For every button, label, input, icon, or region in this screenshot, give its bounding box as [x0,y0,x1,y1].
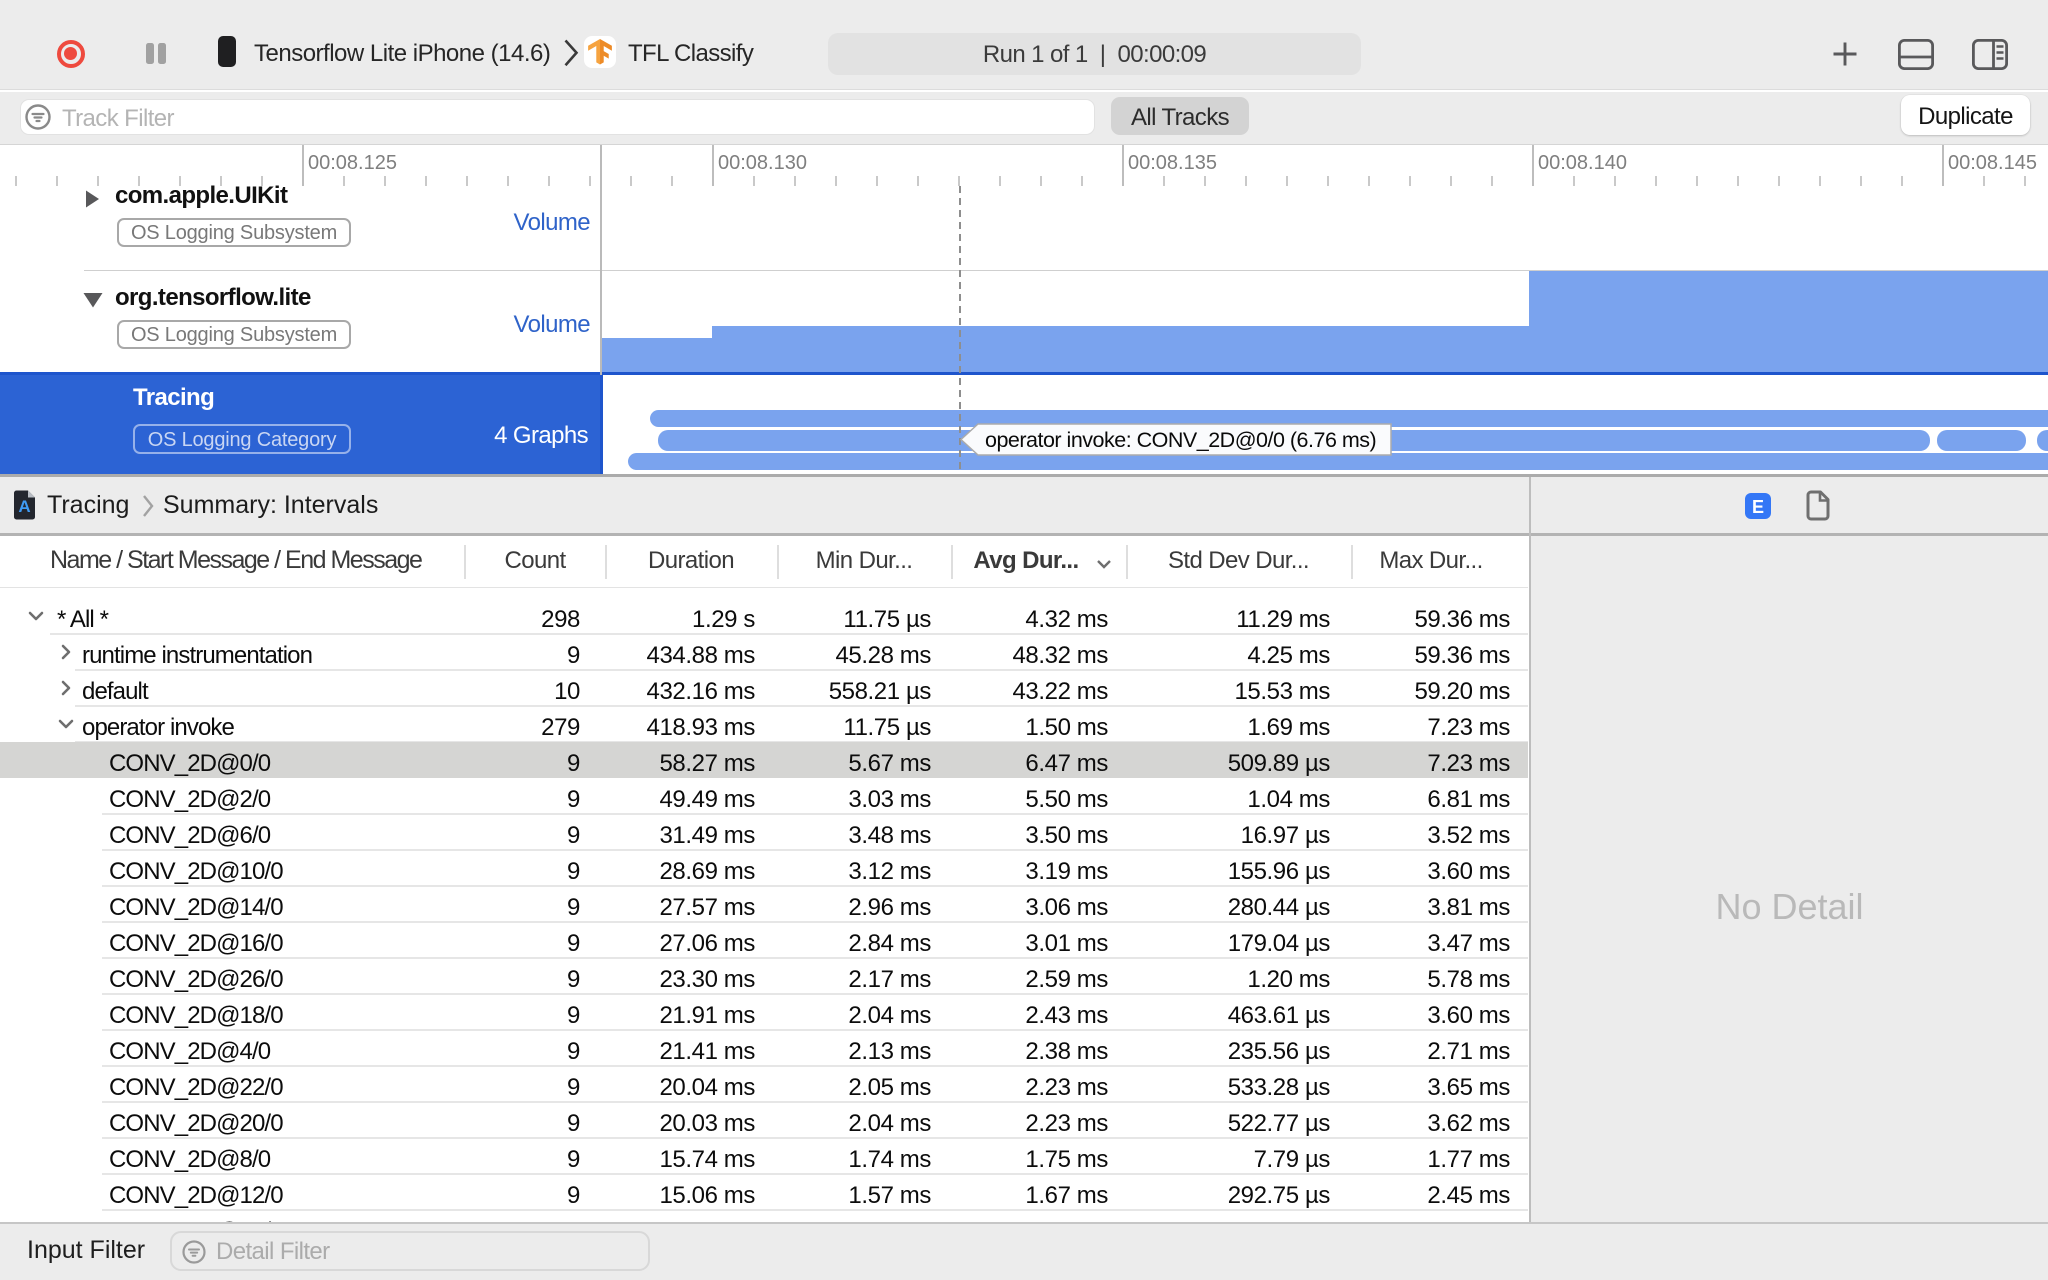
svg-text:A: A [18,497,30,516]
svg-text:operator invoke: CONV_2D@0/0 (: operator invoke: CONV_2D@0/0 (6.76 ms) [985,428,1376,452]
